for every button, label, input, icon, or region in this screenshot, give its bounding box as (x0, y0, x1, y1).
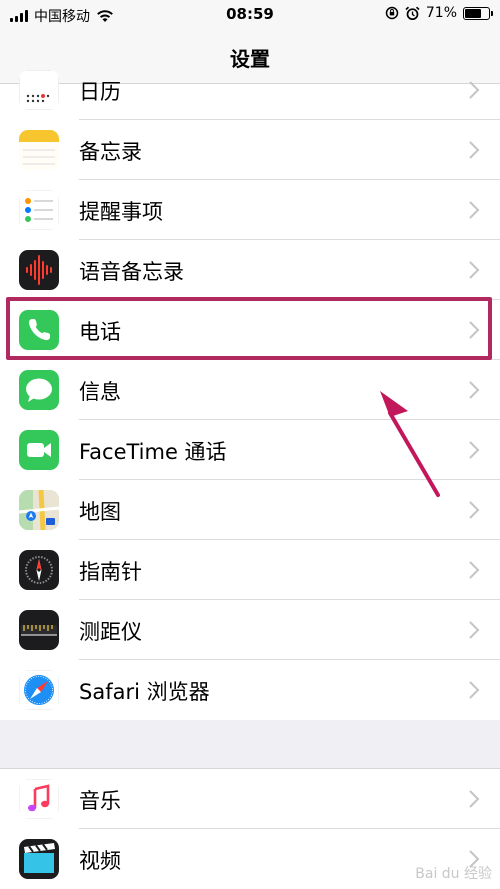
settings-row-notes[interactable]: 备忘录 (0, 120, 500, 180)
chevron-right-icon (469, 201, 480, 219)
settings-row-label: 指南针 (79, 560, 142, 584)
settings-row-label: 测距仪 (79, 620, 142, 644)
highlight-box-phone (6, 297, 492, 360)
settings-row-measure[interactable]: 测距仪 (0, 600, 500, 660)
settings-row-reminders[interactable]: 提醒事项 (0, 180, 500, 240)
alarm-icon (405, 6, 420, 20)
reminders-icon (19, 190, 59, 230)
chevron-right-icon (469, 441, 480, 459)
notes-icon (19, 130, 59, 170)
settings-row-calendar[interactable]: 日历 (0, 60, 500, 120)
settings-row-label: 信息 (79, 380, 121, 404)
settings-row-label: FaceTime 通话 (79, 440, 227, 464)
rotation-lock-icon (385, 6, 399, 20)
settings-row-safari[interactable]: Safari 浏览器 (0, 660, 500, 720)
status-bar: 中国移动 08:59 71% (0, 0, 500, 30)
annotation-arrow-icon (380, 391, 440, 497)
settings-row-music[interactable]: 音乐 (0, 769, 500, 829)
messages-icon (19, 370, 59, 410)
chevron-right-icon (469, 381, 480, 399)
maps-icon (19, 490, 59, 530)
settings-row-voice-memos[interactable]: 语音备忘录 (0, 240, 500, 300)
chevron-right-icon (469, 681, 480, 699)
measure-icon (19, 610, 59, 650)
videos-icon (19, 839, 59, 879)
settings-row-label: 提醒事项 (79, 200, 163, 224)
chevron-right-icon (469, 561, 480, 579)
settings-row-label: 音乐 (79, 789, 121, 813)
settings-row-label: 地图 (79, 500, 121, 524)
chevron-right-icon (469, 261, 480, 279)
chevron-right-icon (469, 141, 480, 159)
settings-row-label: 备忘录 (79, 140, 142, 164)
watermark-logo: Bai du 经验 (415, 866, 492, 882)
safari-icon (19, 670, 59, 710)
music-icon (19, 779, 59, 819)
status-right: 71% (385, 5, 493, 21)
settings-row-label: 日历 (79, 80, 121, 104)
chevron-right-icon (469, 501, 480, 519)
settings-row-label: 语音备忘录 (79, 260, 184, 284)
battery-percentage: 71% (425, 5, 457, 21)
chevron-right-icon (469, 81, 480, 99)
chevron-right-icon (469, 621, 480, 639)
calendar-icon (19, 70, 59, 110)
settings-row-label: 视频 (79, 849, 121, 873)
compass-icon (19, 550, 59, 590)
battery-icon (463, 6, 493, 20)
voice-memos-icon (19, 250, 59, 290)
chevron-right-icon (469, 790, 480, 808)
facetime-icon (19, 430, 59, 470)
settings-row-compass[interactable]: 指南针 (0, 540, 500, 600)
settings-row-label: Safari 浏览器 (79, 680, 210, 704)
battery-level-fill (465, 8, 482, 18)
